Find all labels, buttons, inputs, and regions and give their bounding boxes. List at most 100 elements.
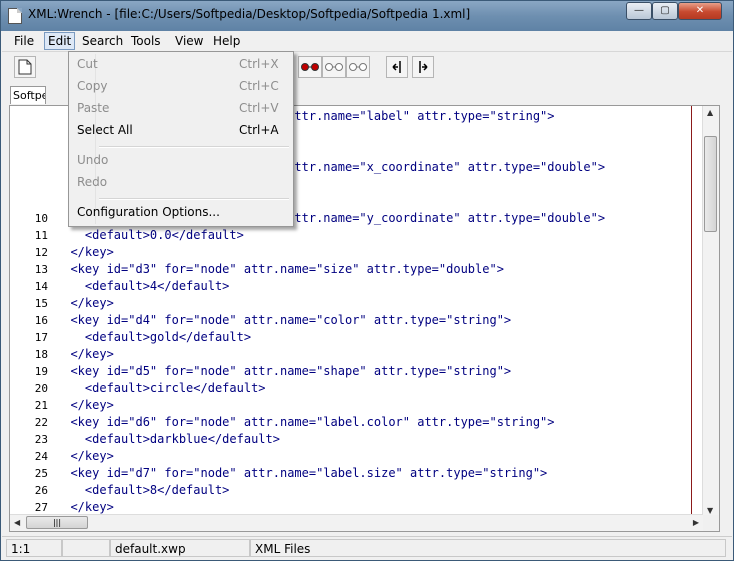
line-text: <default>8</default> — [56, 483, 230, 497]
scroll-right-icon[interactable]: ▶ — [693, 518, 699, 527]
code-line: 16 <key id="d4" for="node" attr.name="co… — [10, 312, 511, 329]
status-cursor-position: 1:1 — [6, 539, 62, 557]
line-text: </key> — [56, 398, 114, 412]
code-line: 17 <default>gold</default> — [10, 329, 251, 346]
status-file-type: XML Files — [250, 539, 726, 557]
line-text: <default>circle</default> — [56, 381, 266, 395]
line-number: 18 — [34, 348, 48, 361]
code-line: 14 <default>4</default> — [10, 278, 230, 295]
line-number: 26 — [34, 484, 48, 497]
status-profile: default.xwp — [110, 539, 250, 557]
menu-item-paste[interactable]: Paste Ctrl+V — [69, 98, 293, 118]
line-number: 14 — [34, 280, 48, 293]
code-line: 21 </key> — [10, 397, 114, 414]
menu-item-redo[interactable]: Redo — [69, 172, 293, 192]
line-text: <key id="d4" for="node" attr.name="color… — [56, 313, 512, 327]
horizontal-scroll-thumb[interactable]: ||| — [26, 516, 88, 529]
menu-item-select-all[interactable]: Select All Ctrl+A — [69, 120, 293, 140]
line-text: </key> — [56, 245, 114, 259]
code-line: 13 <key id="d3" for="node" attr.name="si… — [10, 261, 504, 278]
new-file-icon[interactable] — [14, 56, 36, 78]
menu-item-shortcut: Ctrl+A — [239, 123, 279, 137]
menu-bar: File Edit Search Tools View Help — [2, 31, 732, 52]
menu-tools[interactable]: Tools — [128, 33, 164, 49]
code-line: 11 <default>0.0</default> — [10, 227, 244, 244]
line-text: <key id="d3" for="node" attr.name="size"… — [56, 262, 504, 276]
tab-document[interactable]: Softpedia 1.xml — [10, 86, 46, 104]
menu-item-configuration-options[interactable]: Configuration Options... — [69, 202, 293, 222]
vertical-scroll-thumb[interactable] — [704, 136, 717, 232]
menu-view[interactable]: View — [172, 33, 206, 49]
maximize-button[interactable]: ▢ — [652, 2, 678, 20]
menu-help[interactable]: Help — [210, 33, 243, 49]
line-text: <key id="d5" for="node" attr.name="shape… — [56, 364, 512, 378]
line-number: 23 — [34, 433, 48, 446]
menu-item-label: Paste — [77, 101, 110, 115]
line-text: </key> — [56, 296, 114, 310]
code-line: 26 <default>8</default> — [10, 482, 230, 499]
code-line: 20 <default>circle</default> — [10, 380, 266, 397]
line-number: 20 — [34, 382, 48, 395]
line-text: <key id="d6" for="node" attr.name="label… — [56, 415, 555, 429]
menu-item-cut[interactable]: Cut Ctrl+X — [69, 54, 293, 74]
line-number: 21 — [34, 399, 48, 412]
menu-item-label: Undo — [77, 153, 109, 167]
line-text: <default>0.0</default> — [56, 228, 244, 242]
line-text: </key> — [56, 449, 114, 463]
close-button[interactable]: ✕ — [678, 2, 722, 20]
horizontal-scrollbar[interactable]: ◀ ||| ▶ — [10, 514, 703, 531]
line-text: </key> — [56, 347, 114, 361]
code-line: 24 </key> — [10, 448, 114, 465]
line-number: 25 — [34, 467, 48, 480]
scroll-left-icon[interactable]: ◀ — [14, 518, 20, 527]
glasses-red-icon[interactable] — [298, 56, 322, 78]
line-text: <default>gold</default> — [56, 330, 252, 344]
scroll-up-icon[interactable]: ▲ — [707, 108, 713, 117]
glasses-gray-icon[interactable] — [322, 56, 346, 78]
line-text: <key id="d7" for="node" attr.name="label… — [56, 466, 548, 480]
line-number: 19 — [34, 365, 48, 378]
line-number: 12 — [34, 246, 48, 259]
menu-item-shortcut: Ctrl+X — [239, 57, 279, 71]
menu-item-label: Cut — [77, 57, 98, 71]
menu-item-undo[interactable]: Undo — [69, 150, 293, 170]
right-margin-line — [691, 106, 692, 518]
title-bar[interactable]: XML:Wrench - [file:C:/Users/Softpedia/De… — [1, 1, 733, 31]
code-line: 15 </key> — [10, 295, 114, 312]
menu-item-label: Copy — [77, 79, 108, 93]
menu-item-label: Redo — [77, 175, 108, 189]
indent-right-icon[interactable] — [412, 56, 434, 78]
menu-separator — [99, 198, 289, 200]
code-line: 22 <key id="d6" for="node" attr.name="la… — [10, 414, 555, 431]
line-text: </key> — [56, 500, 114, 514]
status-bar: 1:1 default.xwp XML Files — [2, 536, 732, 560]
scroll-down-icon[interactable]: ▼ — [707, 506, 713, 515]
line-text: <default>darkblue</default> — [56, 432, 280, 446]
menu-edit[interactable]: Edit — [44, 32, 76, 50]
minimize-button[interactable]: — — [626, 2, 652, 20]
line-number: 11 — [34, 229, 48, 242]
menu-search[interactable]: Search — [79, 33, 126, 49]
glasses-gray-2-icon[interactable] — [346, 56, 370, 78]
menu-item-label: Select All — [77, 123, 133, 137]
window-title: XML:Wrench - [file:C:/Users/Softpedia/De… — [28, 7, 471, 21]
menu-separator — [99, 146, 289, 148]
scroll-corner — [703, 515, 719, 531]
menu-item-shortcut: Ctrl+C — [239, 79, 279, 93]
code-line: 18 </key> — [10, 346, 114, 363]
app-icon[interactable] — [8, 8, 22, 24]
code-line: 19 <key id="d5" for="node" attr.name="sh… — [10, 363, 511, 380]
vertical-scrollbar[interactable]: ▲ ▼ — [702, 106, 719, 517]
line-text: <default>4</default> — [56, 279, 230, 293]
line-number: 16 — [34, 314, 48, 327]
line-number: 10 — [34, 212, 48, 225]
line-number: 13 — [34, 263, 48, 276]
indent-left-icon[interactable] — [386, 56, 408, 78]
menu-item-copy[interactable]: Copy Ctrl+C — [69, 76, 293, 96]
menu-file[interactable]: File — [11, 33, 37, 49]
edit-menu-dropdown: Cut Ctrl+X Copy Ctrl+C Paste Ctrl+V Sele… — [68, 51, 294, 227]
code-line: 12 </key> — [10, 244, 114, 261]
code-line: 25 <key id="d7" for="node" attr.name="la… — [10, 465, 548, 482]
menu-item-label: Configuration Options... — [77, 205, 220, 219]
line-number: 15 — [34, 297, 48, 310]
